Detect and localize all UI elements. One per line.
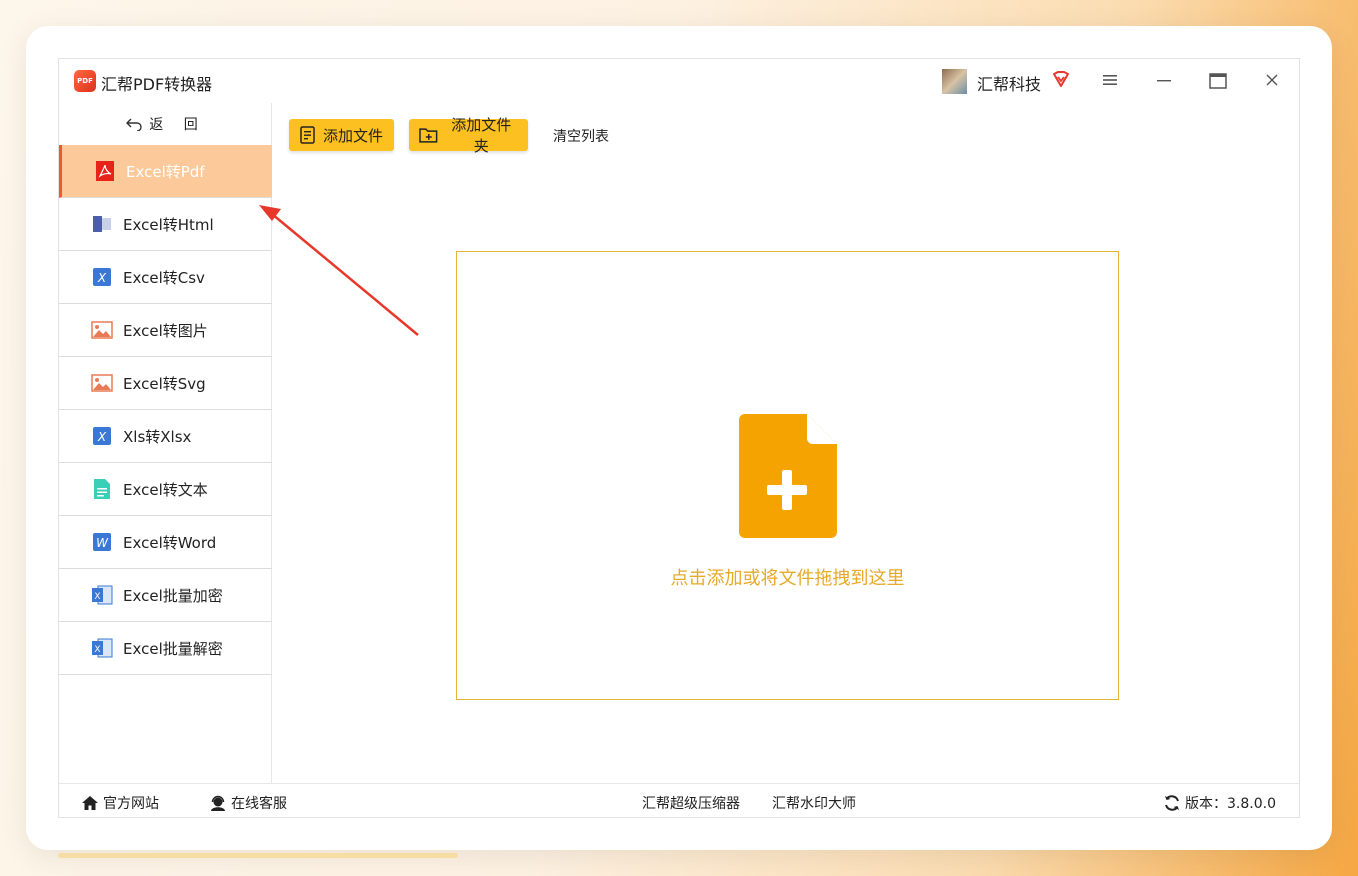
watermark-link[interactable]: 汇帮水印大师 [772, 793, 856, 813]
svg-text:X: X [97, 430, 107, 444]
maximize-icon[interactable] [1209, 72, 1227, 90]
sidebar-item-label: Xls转Xlsx [123, 428, 192, 446]
add-file-label: 添加文件 [323, 126, 384, 145]
sidebar-item-label: Excel转图片 [123, 322, 208, 340]
menu-icon[interactable] [1102, 72, 1118, 88]
back-button[interactable]: 返 回 [59, 103, 272, 145]
footer-bar: 官方网站 在线客服 汇帮超级压缩器 汇帮水印大师 版本：3.8.0.0 [59, 783, 1299, 819]
nav-list: Excel转Pdf Excel转Html X Excel转Csv Excel转图… [59, 145, 272, 675]
sidebar-item-label: Excel转文本 [123, 481, 208, 499]
title-bar[interactable]: PDF 汇帮PDF转换器 汇帮科技 [59, 59, 1299, 103]
online-support-link[interactable]: 在线客服 [209, 793, 287, 813]
svg-text:W: W [96, 536, 109, 550]
excel-icon: X [93, 268, 111, 286]
sidebar-item-excel-to-image[interactable]: Excel转图片 [59, 304, 272, 357]
sidebar-item-excel-to-pdf[interactable]: Excel转Pdf [59, 145, 272, 198]
excel-icon: X [93, 427, 111, 445]
compressor-link[interactable]: 汇帮超级压缩器 [642, 793, 740, 813]
sidebar-item-excel-to-svg[interactable]: Excel转Svg [59, 357, 272, 410]
decorative-line [58, 853, 458, 858]
app-logo-icon: PDF [74, 70, 96, 92]
sidebar-item-excel-to-word[interactable]: W Excel转Word [59, 516, 272, 569]
sidebar-item-label: Excel批量解密 [123, 640, 223, 658]
drop-zone-text: 点击添加或将文件拖拽到这里 [670, 568, 905, 589]
svg-text:X: X [97, 271, 107, 285]
image-icon [91, 321, 113, 339]
html-icon [93, 216, 111, 232]
sidebar-item-excel-batch-encrypt[interactable]: X Excel批量加密 [59, 569, 272, 622]
online-support-label: 在线客服 [231, 796, 287, 812]
pdf-icon [96, 161, 114, 181]
sidebar-item-excel-to-html[interactable]: Excel转Html [59, 198, 272, 251]
sidebar-item-label: Excel转Word [123, 534, 217, 552]
sidebar-item-excel-batch-decrypt[interactable]: X Excel批量解密 [59, 622, 272, 675]
clear-list-button[interactable]: 清空列表 [553, 126, 609, 146]
version-info[interactable]: 版本：3.8.0.0 [1163, 793, 1276, 813]
back-label: 返 回 [149, 117, 206, 133]
refresh-icon [1165, 795, 1179, 811]
add-folder-icon [419, 128, 438, 143]
sidebar-item-label: Excel转Svg [123, 375, 206, 393]
sidebar-item-label: Excel批量加密 [123, 587, 223, 605]
sidebar-item-label: Excel转Csv [123, 269, 205, 287]
vip-diamond-icon[interactable] [1051, 69, 1071, 89]
home-icon [82, 796, 98, 810]
text-file-icon [94, 479, 110, 499]
image-icon [91, 374, 113, 392]
sidebar: 返 回 Excel转Pdf Excel转Html X Excel转Csv Exc… [59, 103, 272, 783]
excel-sheet-icon: X [92, 638, 113, 658]
add-folder-label: 添加文件夹 [451, 116, 512, 155]
close-icon[interactable] [1264, 72, 1280, 88]
avatar[interactable] [942, 69, 967, 94]
official-website-link[interactable]: 官方网站 [81, 793, 159, 813]
add-document-icon [739, 414, 837, 538]
back-arrow-icon [126, 118, 142, 131]
version-label: 版本：3.8.0.0 [1185, 796, 1276, 812]
file-drop-zone[interactable]: 点击添加或将文件拖拽到这里 [456, 251, 1119, 700]
excel-sheet-icon: X [92, 585, 113, 605]
app-window: PDF 汇帮PDF转换器 汇帮科技 返 回 Excel转Pdf Excel转Ht… [58, 58, 1300, 818]
sidebar-item-label: Excel转Html [123, 216, 214, 234]
svg-text:X: X [94, 645, 100, 655]
add-file-icon [300, 126, 315, 144]
sidebar-item-xls-to-xlsx[interactable]: X Xls转Xlsx [59, 410, 272, 463]
sidebar-item-excel-to-text[interactable]: Excel转文本 [59, 463, 272, 516]
add-folder-button[interactable]: 添加文件夹 [409, 116, 528, 155]
sidebar-item-label: Excel转Pdf [126, 163, 205, 181]
app-title: 汇帮PDF转换器 [101, 75, 213, 94]
user-name[interactable]: 汇帮科技 [977, 71, 1041, 95]
official-website-label: 官方网站 [103, 796, 159, 812]
sidebar-item-excel-to-csv[interactable]: X Excel转Csv [59, 251, 272, 304]
add-file-button[interactable]: 添加文件 [289, 119, 394, 151]
word-icon: W [93, 533, 111, 551]
minimize-icon[interactable] [1156, 72, 1172, 88]
headset-icon [211, 795, 225, 811]
svg-text:X: X [94, 592, 100, 602]
